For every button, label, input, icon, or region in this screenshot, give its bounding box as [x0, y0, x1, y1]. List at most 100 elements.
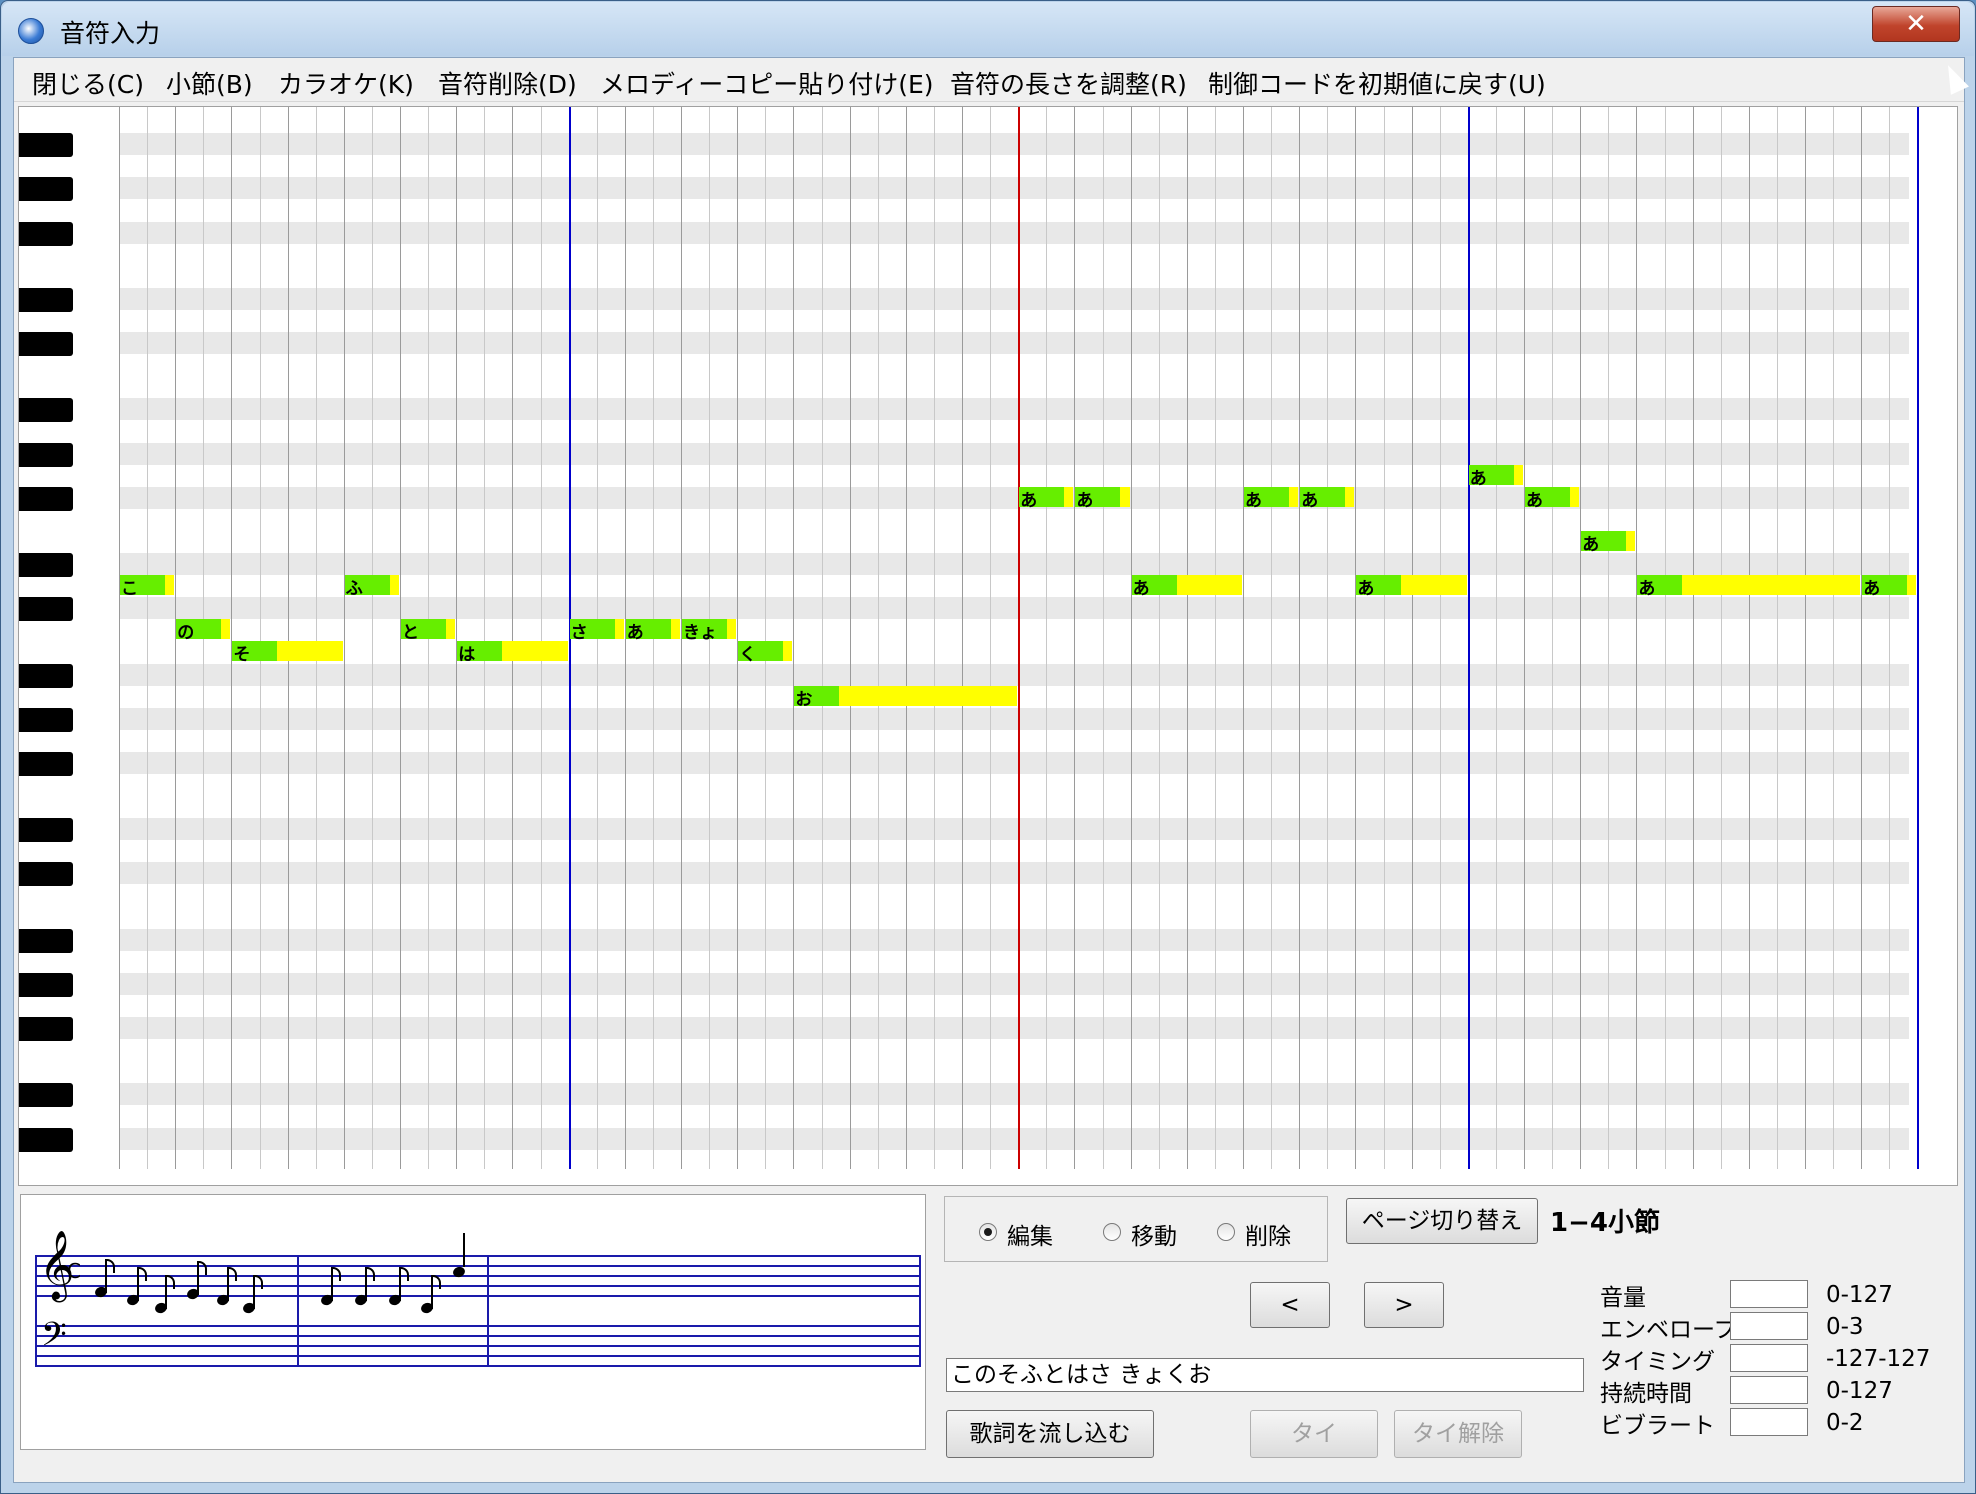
note-block[interactable]: あ — [1637, 575, 1861, 599]
title-bar[interactable]: 音符入力 ✕ — [2, 2, 1974, 56]
grid-row-shaded — [119, 1083, 1909, 1106]
black-key[interactable] — [19, 663, 73, 688]
radio-move-label[interactable]: 移動 — [1131, 1217, 1177, 1251]
black-key[interactable] — [19, 1083, 73, 1108]
grid-column-line — [540, 107, 542, 1169]
score-note-flag — [365, 1267, 375, 1281]
black-key[interactable] — [19, 1127, 73, 1152]
black-key[interactable] — [19, 486, 73, 511]
note-block[interactable]: あ — [1581, 530, 1636, 555]
param-envelope-input[interactable] — [1730, 1312, 1808, 1340]
note-lyric: さ — [570, 623, 588, 644]
note-block[interactable]: あ — [1862, 575, 1917, 599]
black-key[interactable] — [19, 597, 73, 622]
black-key[interactable] — [19, 972, 73, 997]
black-key[interactable] — [19, 221, 73, 246]
black-key[interactable] — [19, 928, 73, 953]
prev-page-button[interactable]: < — [1250, 1282, 1330, 1328]
black-key[interactable] — [19, 862, 73, 887]
param-duration-input[interactable] — [1730, 1376, 1808, 1404]
note-block[interactable]: あ — [1300, 486, 1355, 511]
menu-karaoke[interactable]: カラオケ(K) — [278, 65, 414, 101]
grid-row-shaded — [119, 597, 1909, 620]
grid-row-shaded — [119, 707, 1909, 730]
black-key[interactable] — [19, 1017, 73, 1042]
flow-lyrics-button[interactable]: 歌詞を流し込む — [946, 1410, 1154, 1458]
menu-delete-note[interactable]: 音符削除(D) — [438, 65, 577, 101]
grid-column-line — [1552, 107, 1554, 1169]
black-key[interactable] — [19, 553, 73, 577]
grid-column-line — [1805, 107, 1806, 1169]
menu-melody-copy-paste[interactable]: メロディーコピー貼り付け(E) — [600, 65, 934, 101]
next-page-button[interactable]: > — [1364, 1282, 1444, 1328]
note-block[interactable]: あ — [1356, 575, 1467, 599]
note-block[interactable]: あ — [625, 619, 680, 643]
radio-edit-label[interactable]: 編集 — [1007, 1217, 1053, 1251]
note-block[interactable]: あ — [1468, 464, 1523, 489]
note-block[interactable]: あ — [1075, 486, 1130, 511]
close-button[interactable]: ✕ — [1872, 6, 1960, 42]
black-key[interactable] — [19, 177, 73, 202]
radio-delete[interactable] — [1217, 1223, 1235, 1241]
piano-keyboard[interactable] — [19, 107, 119, 1185]
grid-column-line — [1439, 107, 1441, 1169]
black-key[interactable] — [19, 287, 73, 312]
black-key[interactable] — [19, 442, 73, 467]
param-volume-input[interactable] — [1730, 1280, 1808, 1308]
note-block[interactable]: は — [457, 641, 568, 665]
lyrics-input[interactable]: このそふとはさ きょくお — [946, 1358, 1584, 1392]
note-lyric: あ — [1301, 490, 1319, 511]
page-switch-button[interactable]: ページ切り替え — [1346, 1198, 1538, 1244]
grid-row-shaded — [119, 133, 1909, 156]
menu-close[interactable]: 閉じる(C) — [32, 65, 144, 101]
note-lyric: あ — [1357, 579, 1375, 600]
note-block[interactable]: あ — [1131, 575, 1242, 599]
note-grid[interactable]: このそふとはさあきょくおあああああああああああ — [119, 107, 1920, 1185]
grid-column-line — [1748, 107, 1750, 1169]
grid-column-line — [456, 107, 458, 1169]
mode-radio-group: 編集 移動 削除 — [944, 1196, 1328, 1262]
untie-button[interactable]: タイ解除 — [1394, 1410, 1522, 1458]
note-block[interactable]: そ — [232, 641, 343, 665]
radio-move[interactable] — [1103, 1223, 1121, 1241]
tie-button[interactable]: タイ — [1250, 1410, 1378, 1458]
menu-adjust-length[interactable]: 音符の長さを調整(R) — [950, 65, 1187, 101]
bar-line — [1917, 107, 1920, 1169]
bar-line — [297, 1255, 299, 1367]
black-key[interactable] — [19, 818, 73, 843]
black-key[interactable] — [19, 707, 73, 732]
menu-reset-control-codes[interactable]: 制御コードを初期値に戻す(U) — [1208, 65, 1546, 101]
param-vibrato-input[interactable] — [1730, 1408, 1808, 1436]
black-key[interactable] — [19, 398, 73, 423]
staff-line — [35, 1365, 921, 1367]
note-lyric: あ — [1076, 490, 1094, 511]
note-block[interactable]: さ — [569, 619, 624, 643]
grid-row-shaded — [119, 177, 1909, 200]
grid-row-shaded — [119, 818, 1909, 841]
grid-column-line — [1524, 107, 1525, 1169]
menu-measure[interactable]: 小節(B) — [166, 65, 253, 101]
note-block[interactable]: く — [738, 641, 793, 665]
note-block[interactable]: お — [794, 685, 1018, 710]
grid-row-shaded — [119, 928, 1909, 951]
note-block[interactable]: こ — [120, 575, 175, 599]
radio-delete-label[interactable]: 削除 — [1245, 1217, 1291, 1251]
black-key[interactable] — [19, 751, 73, 776]
note-lyric: と — [402, 623, 419, 644]
note-block[interactable]: あ — [1525, 486, 1580, 511]
note-block[interactable]: あ — [1244, 486, 1299, 511]
param-timing-input[interactable] — [1730, 1344, 1808, 1372]
note-block[interactable]: の — [176, 619, 231, 643]
note-block[interactable]: ふ — [344, 575, 399, 599]
radio-edit[interactable] — [979, 1223, 997, 1241]
note-block[interactable]: きょ — [682, 619, 737, 643]
piano-roll[interactable]: このそふとはさあきょくおあああああああああああ — [18, 106, 1958, 1186]
black-key[interactable] — [19, 133, 73, 158]
note-block[interactable]: と — [401, 619, 456, 643]
score-note-flag — [331, 1267, 341, 1281]
chevron-left-icon: < — [1280, 1292, 1300, 1318]
score-note-flag — [399, 1267, 409, 1281]
note-block[interactable]: あ — [1019, 486, 1074, 511]
black-key[interactable] — [19, 332, 73, 356]
bar-line — [35, 1255, 37, 1367]
